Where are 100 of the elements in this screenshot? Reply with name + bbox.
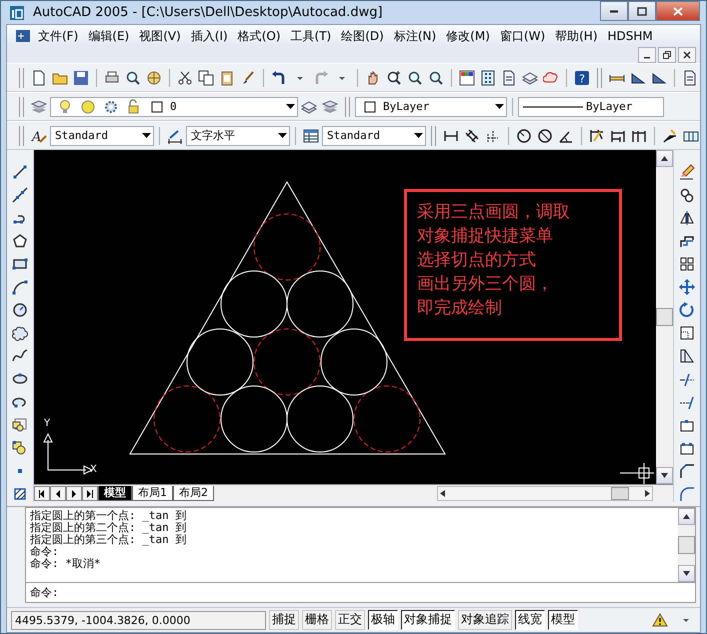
status-toggle[interactable]: 对象捕捉	[401, 610, 455, 630]
menu-item[interactable]: 修改(M)	[441, 26, 495, 46]
minimize-button[interactable]	[638, 47, 656, 63]
caret-icon	[286, 104, 294, 110]
menu-item[interactable]: 窗口(W)	[494, 26, 550, 46]
annotation-text: 对象捕捉快捷菜单	[417, 225, 554, 248]
status-toggle[interactable]: 栅格	[302, 610, 332, 630]
selected-circle-shape	[254, 214, 320, 280]
layout-tab[interactable]: 布局2	[173, 486, 214, 501]
caret-icon	[494, 104, 504, 110]
scroll-thumb[interactable]	[611, 487, 629, 500]
annotation-text: 采用三点画圆，调取	[417, 201, 571, 224]
palette-icon[interactable]	[457, 68, 477, 88]
status-toggle[interactable]: 捕捉	[269, 610, 299, 630]
circle-shape	[286, 386, 354, 452]
status-toggle[interactable]: 线宽	[515, 610, 545, 630]
move-arrows-icon[interactable]	[677, 277, 697, 297]
minimize-button[interactable]	[600, 1, 628, 21]
status-toggle[interactable]: 正交	[335, 610, 365, 630]
status-toggle[interactable]: 模型	[548, 610, 578, 630]
circle-shape	[286, 270, 354, 338]
caret-icon	[661, 473, 668, 478]
menu-item[interactable]: 标注(N)	[388, 26, 442, 46]
scroll-down-button[interactable]	[678, 565, 695, 582]
selected-circle-shape	[354, 386, 420, 452]
menu-item[interactable]: 工具(T)	[286, 26, 336, 46]
coordinates-readout: 4495.5379, -1004.3826, 0.0000	[11, 610, 266, 630]
status-toggle[interactable]: 极轴	[368, 610, 398, 630]
axis-label: Y	[44, 418, 50, 429]
next-button[interactable]	[66, 486, 82, 501]
menu-item[interactable]: 帮助(H)	[550, 26, 603, 46]
linetype-dropdown[interactable]: ByLayer	[518, 96, 664, 116]
minimize-icon	[609, 10, 619, 12]
restore-button[interactable]	[658, 47, 676, 63]
menu-item[interactable]: 文件(F)	[33, 26, 84, 46]
close-icon	[673, 6, 683, 16]
caret-icon	[55, 490, 61, 498]
drawing-canvas[interactable]: Y X 采用三点画圆，调取 对象捕捉快捷菜单 选择切点的方式 画出另外三个圆， 即完成绘制	[34, 150, 656, 484]
menu-item[interactable]: 编辑(E)	[83, 26, 134, 46]
window-title: AutoCAD 2005 - [C:\Users\Dell\Desktop\Autocad.dwg]	[33, 5, 384, 20]
caret-icon[interactable]	[440, 490, 445, 497]
close-button[interactable]	[656, 1, 700, 21]
caret-icon	[661, 156, 668, 161]
scroll-down-button[interactable]	[656, 467, 673, 484]
table-style-dropdown[interactable]: Standard	[322, 126, 426, 146]
caret-icon	[278, 132, 286, 138]
command-line-text: 指定圆上的第二个点: _tan 到	[30, 522, 188, 534]
previous-button[interactable]	[50, 486, 66, 501]
caret-icon[interactable]	[645, 490, 650, 497]
maximize-icon	[637, 6, 647, 16]
axis-label: X	[90, 464, 97, 475]
crosshair-icon	[620, 462, 654, 484]
command-line-text: 命令: *取消*	[30, 558, 102, 570]
restore-icon	[663, 51, 671, 59]
circle-shape	[320, 328, 388, 396]
scroll-up-button[interactable]	[656, 150, 673, 167]
caret-icon	[683, 514, 690, 519]
command-line-text: 指定圆上的第三个点: _tan 到	[30, 534, 188, 546]
maximize-button[interactable]	[628, 1, 656, 21]
caret-icon	[683, 571, 690, 576]
circle-shape	[220, 270, 288, 338]
layout-tab[interactable]: 布局1	[132, 486, 173, 501]
circle-shape	[186, 328, 254, 396]
text-style-dropdown[interactable]: Standard	[50, 126, 154, 146]
last-button[interactable]	[82, 486, 98, 501]
color-dropdown[interactable]: ByLayer	[355, 96, 507, 116]
command-line-text: 命令:	[30, 546, 60, 558]
caret-icon	[414, 132, 422, 138]
caret-icon	[71, 490, 77, 498]
horizontal-scrollbar[interactable]	[437, 486, 653, 501]
scroll-up-button[interactable]	[678, 508, 695, 525]
first-button[interactable]	[34, 486, 50, 501]
menu-item[interactable]: 视图(V)	[134, 26, 186, 46]
dim-style-dropdown[interactable]: 文字水平	[186, 126, 290, 146]
menu-item[interactable]: 格式(O)	[232, 26, 286, 46]
annotation-text: 即完成绘制	[417, 297, 503, 320]
copy-icon[interactable]	[196, 68, 216, 88]
menu-item[interactable]: 插入(I)	[186, 26, 233, 46]
close-button[interactable]	[678, 47, 696, 63]
close-icon	[683, 51, 691, 59]
annotation-text: 画出另外三个圆，	[417, 273, 554, 296]
construction-line-icon[interactable]	[10, 185, 30, 205]
status-toggle[interactable]: 对象追踪	[458, 610, 512, 630]
menu-item[interactable]: HDSHM	[602, 27, 658, 45]
scroll-thumb[interactable]	[656, 308, 673, 326]
layer-dropdown[interactable]: 0	[50, 96, 298, 116]
help-icon[interactable]: ?	[572, 68, 592, 88]
line-sample-icon	[523, 104, 583, 108]
eraser-icon[interactable]	[677, 162, 697, 182]
caret-icon	[87, 490, 93, 498]
vertical-scrollbar[interactable]	[678, 508, 695, 582]
layout-tab[interactable]: 模型	[98, 486, 132, 501]
annotation-text: 选择切点的方式	[417, 249, 537, 272]
vertical-scrollbar[interactable]	[656, 150, 673, 484]
caret-icon	[142, 132, 150, 138]
menu-item[interactable]: 绘图(D)	[336, 26, 389, 46]
circle-shape	[220, 386, 288, 452]
selected-circle-shape	[154, 386, 220, 452]
scroll-thumb[interactable]	[678, 536, 695, 554]
command-input[interactable]: 命令:	[25, 583, 696, 603]
